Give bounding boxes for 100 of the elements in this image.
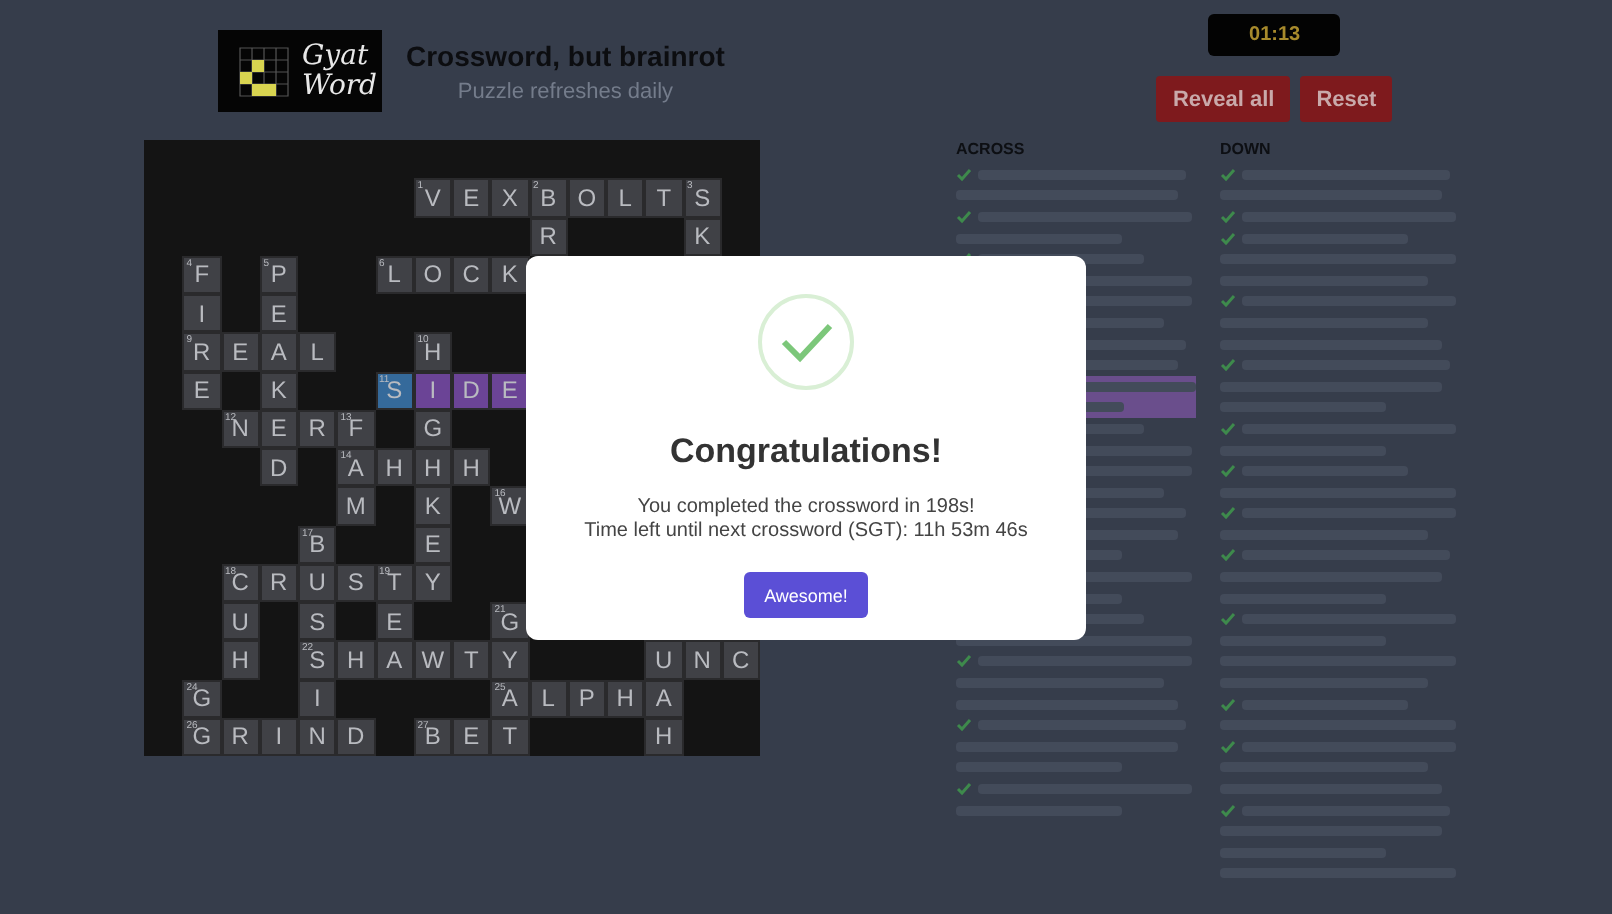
cell-letter: H [347, 645, 365, 674]
grid-cell[interactable]: O [413, 255, 452, 294]
cell-letter: U [231, 607, 249, 636]
grid-cell[interactable]: T [644, 178, 683, 217]
cell-letter: E [424, 530, 441, 559]
reveal-all-button[interactable]: Reveal all [1156, 76, 1291, 122]
grid-cell[interactable]: K [259, 371, 298, 410]
cell-letter: E [232, 337, 249, 366]
grid-cell[interactable]: H [606, 679, 645, 718]
cell-letter: I [198, 299, 206, 328]
cell-letter: Y [424, 568, 441, 597]
grid-cell[interactable]: H [413, 448, 452, 487]
grid-cell[interactable]: H [452, 448, 491, 487]
grid-icon [238, 45, 290, 97]
grid-cell[interactable]: X [490, 178, 529, 217]
cell-letter: D [462, 376, 480, 405]
cell-letter: L [387, 260, 401, 289]
grid-cell[interactable]: E [452, 178, 491, 217]
clue-heading: DOWN [1220, 140, 1273, 160]
grid-cell[interactable]: L [606, 178, 645, 217]
grid-cell[interactable]: K [490, 255, 529, 294]
countdown-text: Time left until next crossword (SGT): 11h 53m 46s [584, 520, 1028, 544]
cell-letter: M [345, 491, 366, 520]
grid-cell[interactable]: M [336, 486, 375, 525]
grid-cell[interactable]: D [452, 371, 491, 410]
grid-cell[interactable]: E [182, 371, 221, 410]
grid-cell[interactable]: C [721, 640, 760, 679]
cell-letter: R [270, 568, 288, 597]
grid-cell[interactable]: L [298, 332, 337, 371]
grid-cell[interactable]: S [336, 563, 375, 602]
awesome-button[interactable]: Awesome! [744, 572, 868, 618]
cell-letter: L [618, 183, 632, 212]
cell-letter: T [502, 722, 518, 751]
grid-cell[interactable]: G [413, 409, 452, 448]
cell-letter: E [386, 607, 403, 636]
cell-letter: N [693, 645, 711, 674]
grid-cell[interactable]: C [452, 255, 491, 294]
cell-letter: I [313, 684, 321, 713]
grid-cell[interactable]: U [298, 563, 337, 602]
grid-cell[interactable]: E [490, 371, 529, 410]
grid-cell[interactable]: N [683, 640, 722, 679]
cell-letter: G [423, 414, 443, 443]
grid-cell[interactable]: R [221, 717, 260, 756]
grid-cell[interactable]: E [413, 525, 452, 564]
reset-button[interactable]: Reset [1300, 76, 1393, 122]
grid-cell[interactable]: E [375, 602, 414, 641]
grid-cell[interactable]: O [567, 178, 606, 217]
grid-cell[interactable]: S [298, 602, 337, 641]
cell-letter: K [270, 376, 287, 405]
grid-cell[interactable]: R [529, 217, 568, 256]
grid-cell[interactable]: A [259, 332, 298, 371]
grid-cell[interactable]: D [259, 448, 298, 487]
grid-cell[interactable]: W [413, 640, 452, 679]
cell-letter: A [386, 645, 403, 674]
grid-cell[interactable]: U [221, 602, 260, 641]
grid-cell[interactable]: R [298, 409, 337, 448]
grid-cell[interactable]: E [452, 717, 491, 756]
grid-cell[interactable]: E [259, 409, 298, 448]
grid-cell[interactable]: T [452, 640, 491, 679]
cell-letter: P [578, 684, 595, 713]
cell-letter: E [270, 299, 287, 328]
grid-cell[interactable]: H [336, 640, 375, 679]
cell-letter: O [577, 183, 597, 212]
cell-letter: E [463, 722, 480, 751]
grid-cell[interactable]: H [221, 640, 260, 679]
grid-cell[interactable]: I [259, 717, 298, 756]
grid-cell[interactable]: E [221, 332, 260, 371]
grid-cell[interactable]: K [683, 217, 722, 256]
grid-cell[interactable]: T [490, 717, 529, 756]
grid-cell[interactable]: A [644, 679, 683, 718]
cell-letter: R [193, 337, 211, 366]
grid-cell[interactable]: D [336, 717, 375, 756]
grid-cell[interactable]: E [259, 294, 298, 333]
grid-cell[interactable]: I [182, 294, 221, 333]
cell-letter: E [270, 414, 287, 443]
page-title: Crossword, but brainrot [406, 40, 725, 72]
cell-letter: H [655, 722, 673, 751]
cell-letter: O [423, 260, 443, 289]
cell-letter: S [694, 183, 711, 212]
grid-cell[interactable]: A [375, 640, 414, 679]
cell-letter: E [463, 183, 480, 212]
grid-cell[interactable]: N [298, 717, 337, 756]
cell-letter: E [501, 376, 518, 405]
grid-cell[interactable]: U [644, 640, 683, 679]
grid-cell[interactable]: I [298, 679, 337, 718]
grid-cell[interactable]: Y [413, 563, 452, 602]
cell-letter: C [732, 645, 750, 674]
grid-cell[interactable]: Y [490, 640, 529, 679]
cell-letter: R [231, 722, 249, 751]
grid-cell[interactable]: H [375, 448, 414, 487]
grid-cell[interactable]: R [259, 563, 298, 602]
grid-cell[interactable]: H [644, 717, 683, 756]
cell-letter: S [347, 568, 364, 597]
grid-cell[interactable]: P [567, 679, 606, 718]
grid-cell[interactable]: L [529, 679, 568, 718]
cell-letter: W [421, 645, 445, 674]
cell-letter: N [308, 722, 326, 751]
grid-cell[interactable]: I [413, 371, 452, 410]
grid-cell[interactable]: K [413, 486, 452, 525]
cell-letter: K [694, 222, 711, 251]
